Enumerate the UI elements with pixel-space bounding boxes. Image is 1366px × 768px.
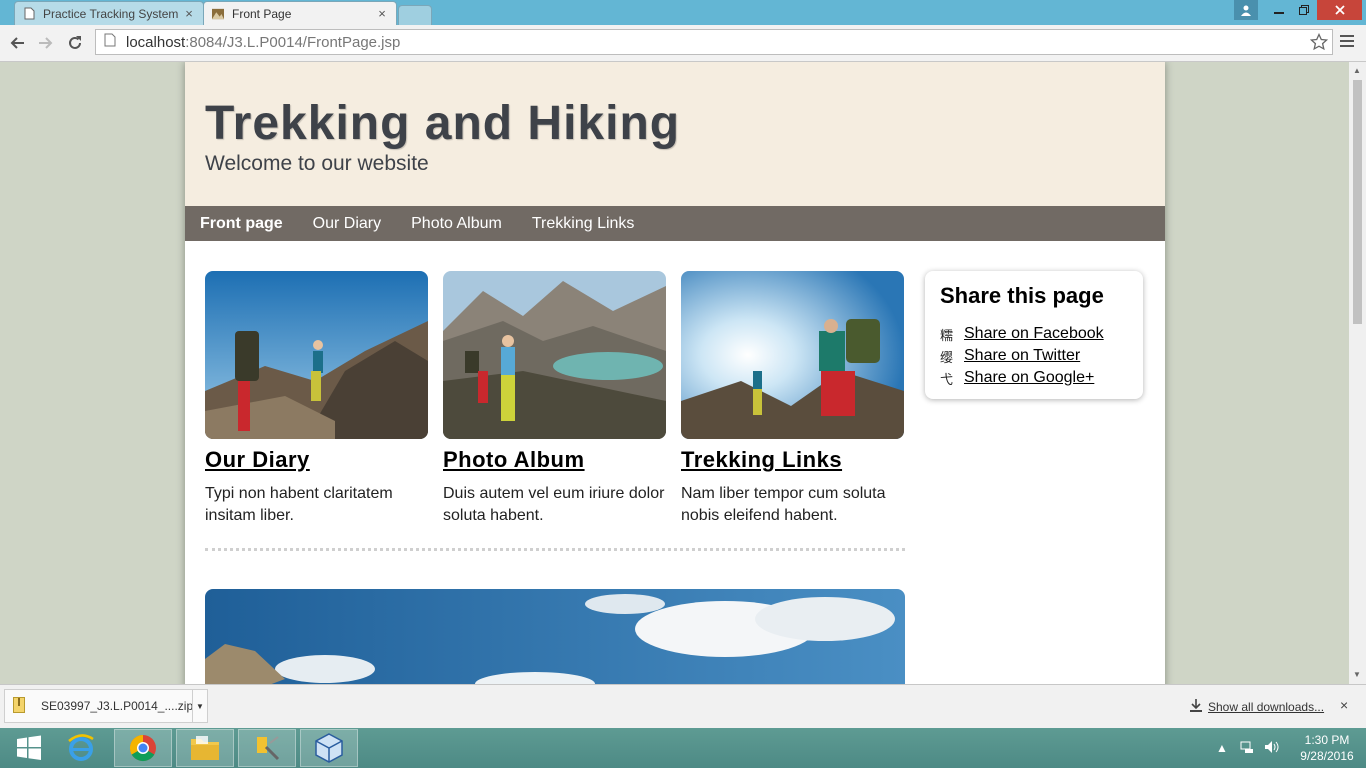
address-bar[interactable]: localhost:8084/J3.L.P0014/FrontPage.jsp xyxy=(95,29,1333,55)
taskbar-clock[interactable]: 1:30 PM 9/28/2016 xyxy=(1290,732,1364,764)
card-title[interactable]: Our Diary xyxy=(205,447,428,473)
card-our-diary: Our Diary Typi non habent claritatem ins… xyxy=(205,271,428,527)
download-options-icon[interactable]: ▼ xyxy=(192,690,207,722)
url-path: :8084/J3.L.P0014/FrontPage.jsp xyxy=(185,33,401,51)
share-heading: Share this page xyxy=(940,283,1104,308)
googleplus-icon: 弋 xyxy=(940,371,954,387)
lake-hikers-photo[interactable] xyxy=(443,271,666,439)
url-host: localhost xyxy=(126,33,186,51)
minimize-icon[interactable] xyxy=(1266,0,1292,20)
card-photo-album: Photo Album Duis autem vel eum iriure do… xyxy=(443,271,666,527)
site-title: Trekking and Hiking xyxy=(205,97,681,150)
browser-toolbar: localhost:8084/J3.L.P0014/FrontPage.jsp xyxy=(0,25,1366,62)
share-item-twitter: 缨 Share on Twitter xyxy=(940,345,1104,367)
download-item[interactable]: SE03997_J3.L.P0014_....zip ▼ xyxy=(4,689,208,723)
chrome-icon[interactable] xyxy=(114,729,172,767)
card-trekking-links: Trekking Links Nam liber tempor cum solu… xyxy=(681,271,904,527)
volume-icon[interactable] xyxy=(1264,740,1280,757)
windows-taskbar: ▲ 1:30 PM 9/28/2016 xyxy=(0,728,1366,768)
zip-file-icon xyxy=(13,696,27,716)
page-viewport: Trekking and Hiking Welcome to our websi… xyxy=(0,62,1366,684)
close-window-icon[interactable] xyxy=(1317,0,1362,20)
card-description: Nam liber tempor cum soluta nobis eleife… xyxy=(681,485,886,524)
share-item-googleplus: 弋 Share on Google+ xyxy=(940,367,1104,389)
card-description: Typi non habent claritatem insitam liber… xyxy=(205,485,393,524)
clock-date: 9/28/2016 xyxy=(1300,749,1354,763)
card-title[interactable]: Trekking Links xyxy=(681,447,904,473)
share-box: Share this page 糯 Share on Facebook 缨 Sh… xyxy=(925,271,1143,399)
share-facebook-link[interactable]: Share on Facebook xyxy=(964,325,1104,343)
internet-explorer-icon[interactable] xyxy=(52,729,110,767)
reload-icon[interactable] xyxy=(63,31,87,55)
forward-arrow-icon[interactable] xyxy=(34,31,58,55)
show-all-downloads[interactable]: Show all downloads... xyxy=(1190,699,1324,715)
page-icon xyxy=(23,7,35,21)
system-tray: ▲ xyxy=(1216,728,1280,768)
download-bar: SE03997_J3.L.P0014_....zip ▼ Show all do… xyxy=(0,684,1366,728)
scroll-up-icon[interactable]: ▲ xyxy=(1353,66,1361,75)
hikers-photo[interactable] xyxy=(205,271,428,439)
tab-front-page[interactable]: Front Page × xyxy=(203,1,397,25)
download-arrow-icon xyxy=(1190,699,1202,715)
facebook-icon: 糯 xyxy=(940,327,954,343)
share-list: 糯 Share on Facebook 缨 Share on Twitter 弋… xyxy=(940,323,1104,389)
file-explorer-icon[interactable] xyxy=(176,729,234,767)
new-tab-button[interactable] xyxy=(398,5,432,25)
nav-our-diary[interactable]: Our Diary xyxy=(313,215,381,233)
bookmark-star-icon[interactable] xyxy=(1309,32,1329,55)
scrollbar-thumb[interactable] xyxy=(1353,80,1362,324)
hiker-favicon-icon xyxy=(212,7,224,21)
user-icon[interactable] xyxy=(1234,0,1258,20)
nav-trekking-links[interactable]: Trekking Links xyxy=(532,215,635,233)
back-arrow-icon[interactable] xyxy=(5,31,29,55)
tab-strip: Practice Tracking System × Front Page × xyxy=(0,0,1366,25)
tab-label: Front Page xyxy=(232,6,292,21)
sunlit-hikers-photo[interactable] xyxy=(681,271,904,439)
tools-app-icon[interactable] xyxy=(238,729,296,767)
page-container: Trekking and Hiking Welcome to our websi… xyxy=(185,62,1165,684)
network-icon[interactable] xyxy=(1240,740,1254,757)
tab-close-icon[interactable]: × xyxy=(374,6,390,21)
card-description: Duis autem vel eum iriure dolor soluta h… xyxy=(443,485,665,524)
virtualbox-icon[interactable] xyxy=(300,729,358,767)
share-googleplus-link[interactable]: Share on Google+ xyxy=(964,369,1094,387)
vertical-scrollbar[interactable]: ▲ ▼ xyxy=(1349,62,1366,684)
clock-time: 1:30 PM xyxy=(1304,733,1350,747)
scroll-down-icon[interactable]: ▼ xyxy=(1353,670,1361,679)
page-icon xyxy=(104,33,118,51)
share-item-facebook: 糯 Share on Facebook xyxy=(940,323,1104,345)
menu-icon[interactable] xyxy=(1340,34,1354,53)
twitter-icon: 缨 xyxy=(940,349,954,365)
site-header: Trekking and Hiking Welcome to our websi… xyxy=(185,62,1165,206)
dotted-divider xyxy=(205,548,905,551)
site-subtitle: Welcome to our website xyxy=(205,152,429,175)
card-title[interactable]: Photo Album xyxy=(443,447,666,473)
mountain-sky-photo[interactable] xyxy=(205,589,905,684)
restore-icon[interactable] xyxy=(1291,0,1317,20)
close-download-bar-icon[interactable]: × xyxy=(1340,697,1348,713)
tab-close-icon[interactable]: × xyxy=(181,6,197,21)
tab-label: Practice Tracking System xyxy=(43,6,179,21)
main-nav: Front page Our Diary Photo Album Trekkin… xyxy=(185,206,1165,241)
tab-practice-tracking[interactable]: Practice Tracking System × xyxy=(14,1,204,25)
download-filename: SE03997_J3.L.P0014_....zip xyxy=(41,699,194,713)
windows-start-icon[interactable] xyxy=(0,729,58,767)
nav-photo-album[interactable]: Photo Album xyxy=(411,215,502,233)
share-twitter-link[interactable]: Share on Twitter xyxy=(964,347,1080,365)
show-hidden-icons-icon[interactable]: ▲ xyxy=(1216,741,1228,755)
nav-front-page[interactable]: Front page xyxy=(200,215,283,233)
show-all-link[interactable]: Show all downloads... xyxy=(1208,700,1324,714)
